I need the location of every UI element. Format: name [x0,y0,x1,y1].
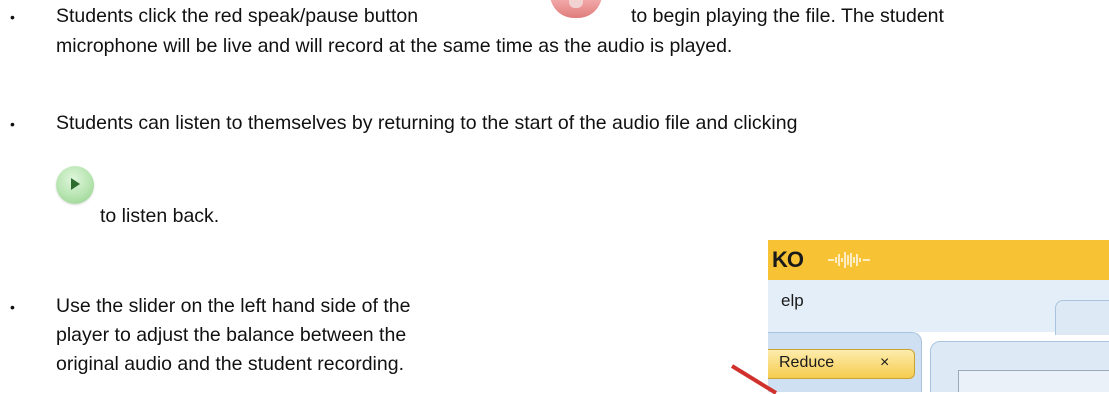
bullet1-text-before-icon: Students click the red speak/pause butto… [56,5,419,27]
bullet-marker: • [10,9,15,25]
help-menu-item[interactable]: elp [781,291,804,311]
player-input-box [958,370,1109,392]
record-button-icon [550,0,602,18]
play-button-icon [56,166,94,204]
reduce-label: Reduce [779,354,835,371]
bullet3-text-line1: Use the slider on the left hand side of … [56,295,411,317]
bullet1-text-after-icon: to begin playing the file. The student [631,5,944,27]
bullet2-text-after-icon: to listen back. [100,205,220,227]
bullet-marker: • [10,299,15,315]
player-logo: KO [772,247,804,272]
bullet1-text-line2: microphone will be live and will record … [56,35,733,57]
bullet3-text-line2: player to adjust the balance between the [56,324,407,346]
player-screenshot: KO elp Reduce × [768,240,1109,392]
bullet-marker: • [10,116,15,132]
close-icon[interactable]: × [880,353,889,373]
bullet2-text-line1: Students can listen to themselves by ret… [56,112,798,134]
waveform-icon [828,252,870,268]
pointer-arrow-icon [730,364,778,394]
bullet3-text-line3: original audio and the student recording… [56,353,404,375]
player-tab[interactable] [1055,300,1109,335]
player-top-bar [768,240,1109,280]
